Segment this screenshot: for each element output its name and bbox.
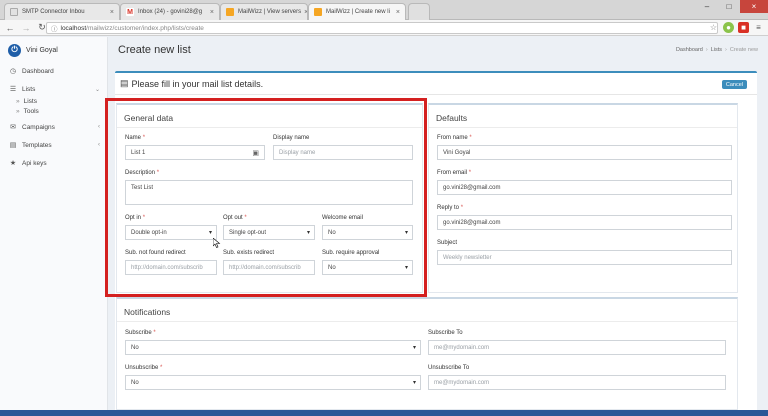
user-panel[interactable]: ⏻ Vini Goyal [0,37,108,63]
sidebar-item-label: Api keys [22,159,47,167]
sidebar-item-templates[interactable]: ▤ Templates ‹ [0,138,108,152]
cancel-button[interactable]: Cancel [721,80,747,89]
page-header: Create new list [109,37,768,63]
sidebar-item-label: Dashboard [22,67,54,75]
subscribe-select[interactable]: No ▾ [125,340,421,355]
subscribe-to-label: Subscribe To [428,330,463,336]
close-tab-icon[interactable]: × [107,9,114,16]
unsubscribe-to-label: Unsubscribe To [428,365,470,371]
breadcrumb-dashboard[interactable]: Dashboard [676,47,703,53]
sidebar-item-dashboard[interactable]: ◷ Dashboard [0,64,108,78]
dropdown-caret-icon: ▾ [412,345,416,351]
maximize-icon[interactable]: □ [718,0,740,13]
window-controls: – □ × [696,0,768,13]
sidebar-item-lists[interactable]: ☰ Lists ⌄ [0,82,108,96]
document-icon: ▤ [120,78,129,88]
mouse-cursor-icon [213,238,221,248]
sidebar-item-api-keys[interactable]: ★ Api keys [0,156,108,170]
from-name-label: From name * [437,135,472,141]
forward-icon[interactable]: → [20,22,32,34]
dropdown-caret-icon: ▾ [412,380,416,386]
tab-title: MailWizz | Create new li [326,9,390,15]
chevron-left-icon: ‹ [98,124,100,130]
user-name: Vini Goyal [26,46,58,54]
back-icon[interactable]: ← [4,22,16,34]
subscribe-to-input[interactable]: me@mydomain.com [428,340,726,355]
url-path: /mailwizz/customer/index.php/lists/creat… [86,24,204,32]
sidebar-item-label: Lists [22,85,36,93]
close-tab-icon[interactable]: × [301,9,307,16]
breadcrumb-lists[interactable]: Lists [711,47,722,53]
tab-title: Inbox (24) - govini28@g [138,9,203,15]
browser-window: SMTP Connector Inbou × M Inbox (24) - go… [0,0,768,416]
power-logo-icon: ⏻ [8,43,21,57]
tab-create-list[interactable]: MailWizz | Create new li × [308,3,406,20]
unsubscribe-to-input[interactable]: me@mydomain.com [428,375,726,390]
dashboard-icon: ◷ [9,68,17,75]
from-email-label: From email * [437,170,472,176]
defaults-title: Defaults [436,113,468,123]
mailwizz-icon [226,8,234,16]
menu-icon[interactable]: ≡ [753,22,764,33]
sidebar: ⏻ Vini Goyal ◷ Dashboard ☰ Lists ⌄ » List… [0,37,108,416]
template-icon: ▤ [9,142,17,149]
sidebar-subitem-tools[interactable]: » Tools [16,108,39,115]
page-title: Create new list [118,44,191,56]
breadcrumb: Dashboard › Lists › Create new [675,47,758,53]
page-icon [10,8,18,16]
close-window-icon[interactable]: × [740,0,768,13]
unsubscribe-select[interactable]: No ▾ [125,375,421,390]
sidebar-subitem-label: Tools [23,108,39,115]
tab-view-servers[interactable]: MailWizz | View servers × [220,3,308,20]
tab-inbox[interactable]: M Inbox (24) - govini28@g × [120,3,220,20]
gmail-icon: M [126,8,134,16]
panel-title: Please fill in your mail list details. [131,78,264,89]
reply-to-input[interactable]: go.vini28@gmail.com [437,215,732,230]
extension-red-icon[interactable]: ■ [738,22,749,33]
star-icon: ★ [9,160,17,167]
list-icon: ☰ [9,86,17,93]
sidebar-item-label: Campaigns [22,123,55,131]
reply-to-label: Reply to * [437,205,464,211]
new-tab-button[interactable] [408,3,430,20]
minimize-icon[interactable]: – [696,0,718,13]
os-taskbar [0,410,768,416]
tab-title: SMTP Connector Inbou [22,9,85,15]
chevron-down-icon: ⌄ [94,86,100,93]
page-info-icon: ⓘ [51,26,58,33]
caret-icon: » [16,108,20,115]
from-name-input[interactable]: Vini Goyal [437,145,732,160]
chevron-left-icon: ‹ [98,142,100,148]
unsubscribe-value: No [131,379,139,386]
close-tab-icon[interactable]: × [393,9,400,16]
bookmark-star-icon[interactable]: ☆ [708,22,719,33]
panel-header: ▤ Please fill in your mail list details. [115,73,757,95]
extension-icon[interactable]: ● [723,22,734,33]
envelope-icon: ✉ [10,124,16,131]
tab-title: MailWizz | View servers [238,9,302,15]
subject-label: Subject [437,240,458,246]
sidebar-item-campaigns[interactable]: ✉ Campaigns ‹ [0,120,108,134]
tab-smtp-connector[interactable]: SMTP Connector Inbou × [4,3,120,20]
unsubscribe-label: Unsubscribe * [125,365,163,371]
subject-input[interactable]: Weekly newsletter [437,250,732,265]
caret-icon: » [16,98,20,105]
from-email-input[interactable]: go.vini28@gmail.com [437,180,732,195]
address-bar[interactable]: ⓘ localhost /mailwizz/customer/index.php… [46,22,718,34]
url-host: localhost [60,24,87,32]
tab-strip: SMTP Connector Inbou × M Inbox (24) - go… [0,0,768,20]
sidebar-subitem-lists[interactable]: » Lists [16,98,37,105]
browser-toolbar: ← → ↻ ⓘ localhost /mailwizz/customer/ind… [0,20,768,36]
close-tab-icon[interactable]: × [207,9,214,16]
mailwizz-icon [314,8,322,16]
breadcrumb-current: Create new [729,47,758,53]
sidebar-item-label: Templates [22,141,52,149]
toolbar-icons: ☆ ● ■ ≡ [708,22,764,33]
sidebar-subitem-label: Lists [23,98,37,105]
subscribe-label: Subscribe * [125,330,156,336]
notifications-title: Notifications [124,307,171,317]
red-highlight-box [105,98,427,297]
subscribe-value: No [131,344,139,351]
